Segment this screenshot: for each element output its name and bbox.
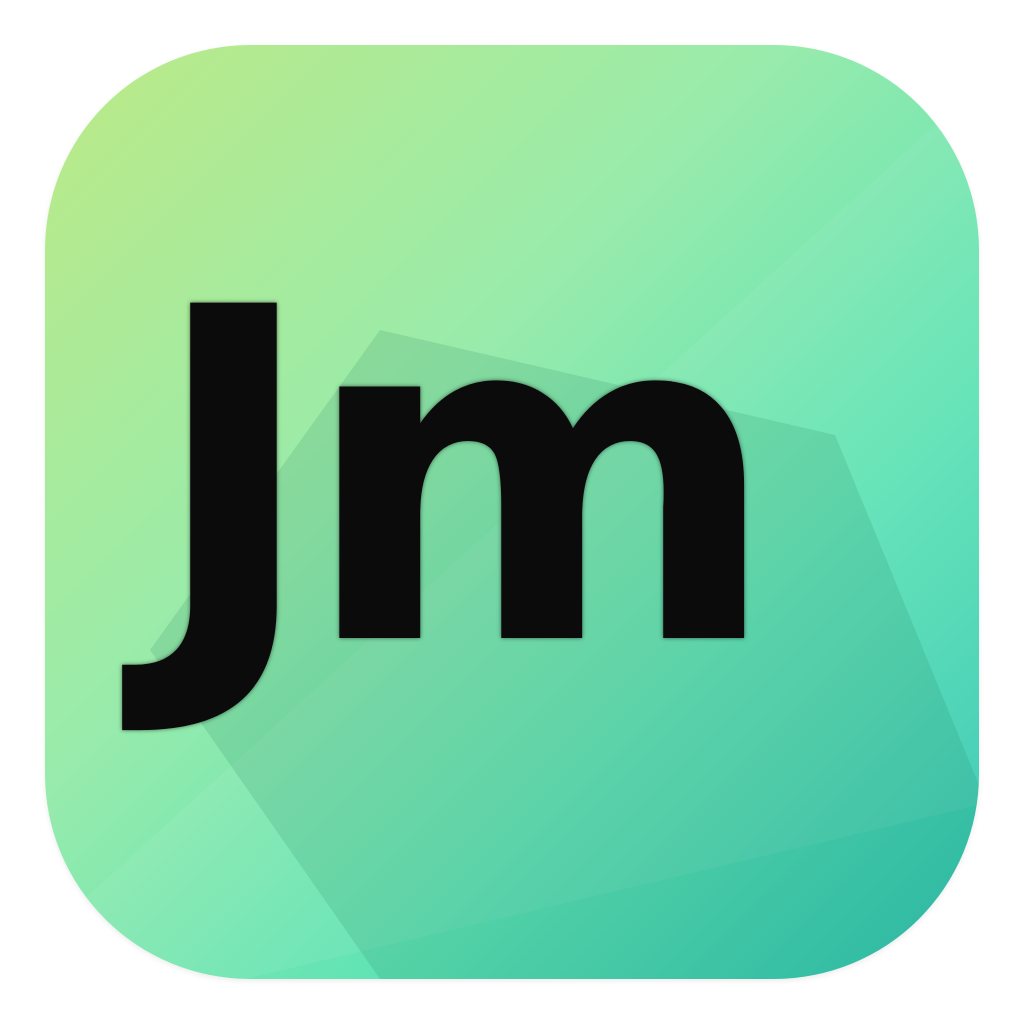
app-icon[interactable]: Jm — [45, 45, 979, 979]
monogram-text: Jm — [148, 212, 780, 747]
icon-canvas: Jm — [0, 0, 1024, 1024]
